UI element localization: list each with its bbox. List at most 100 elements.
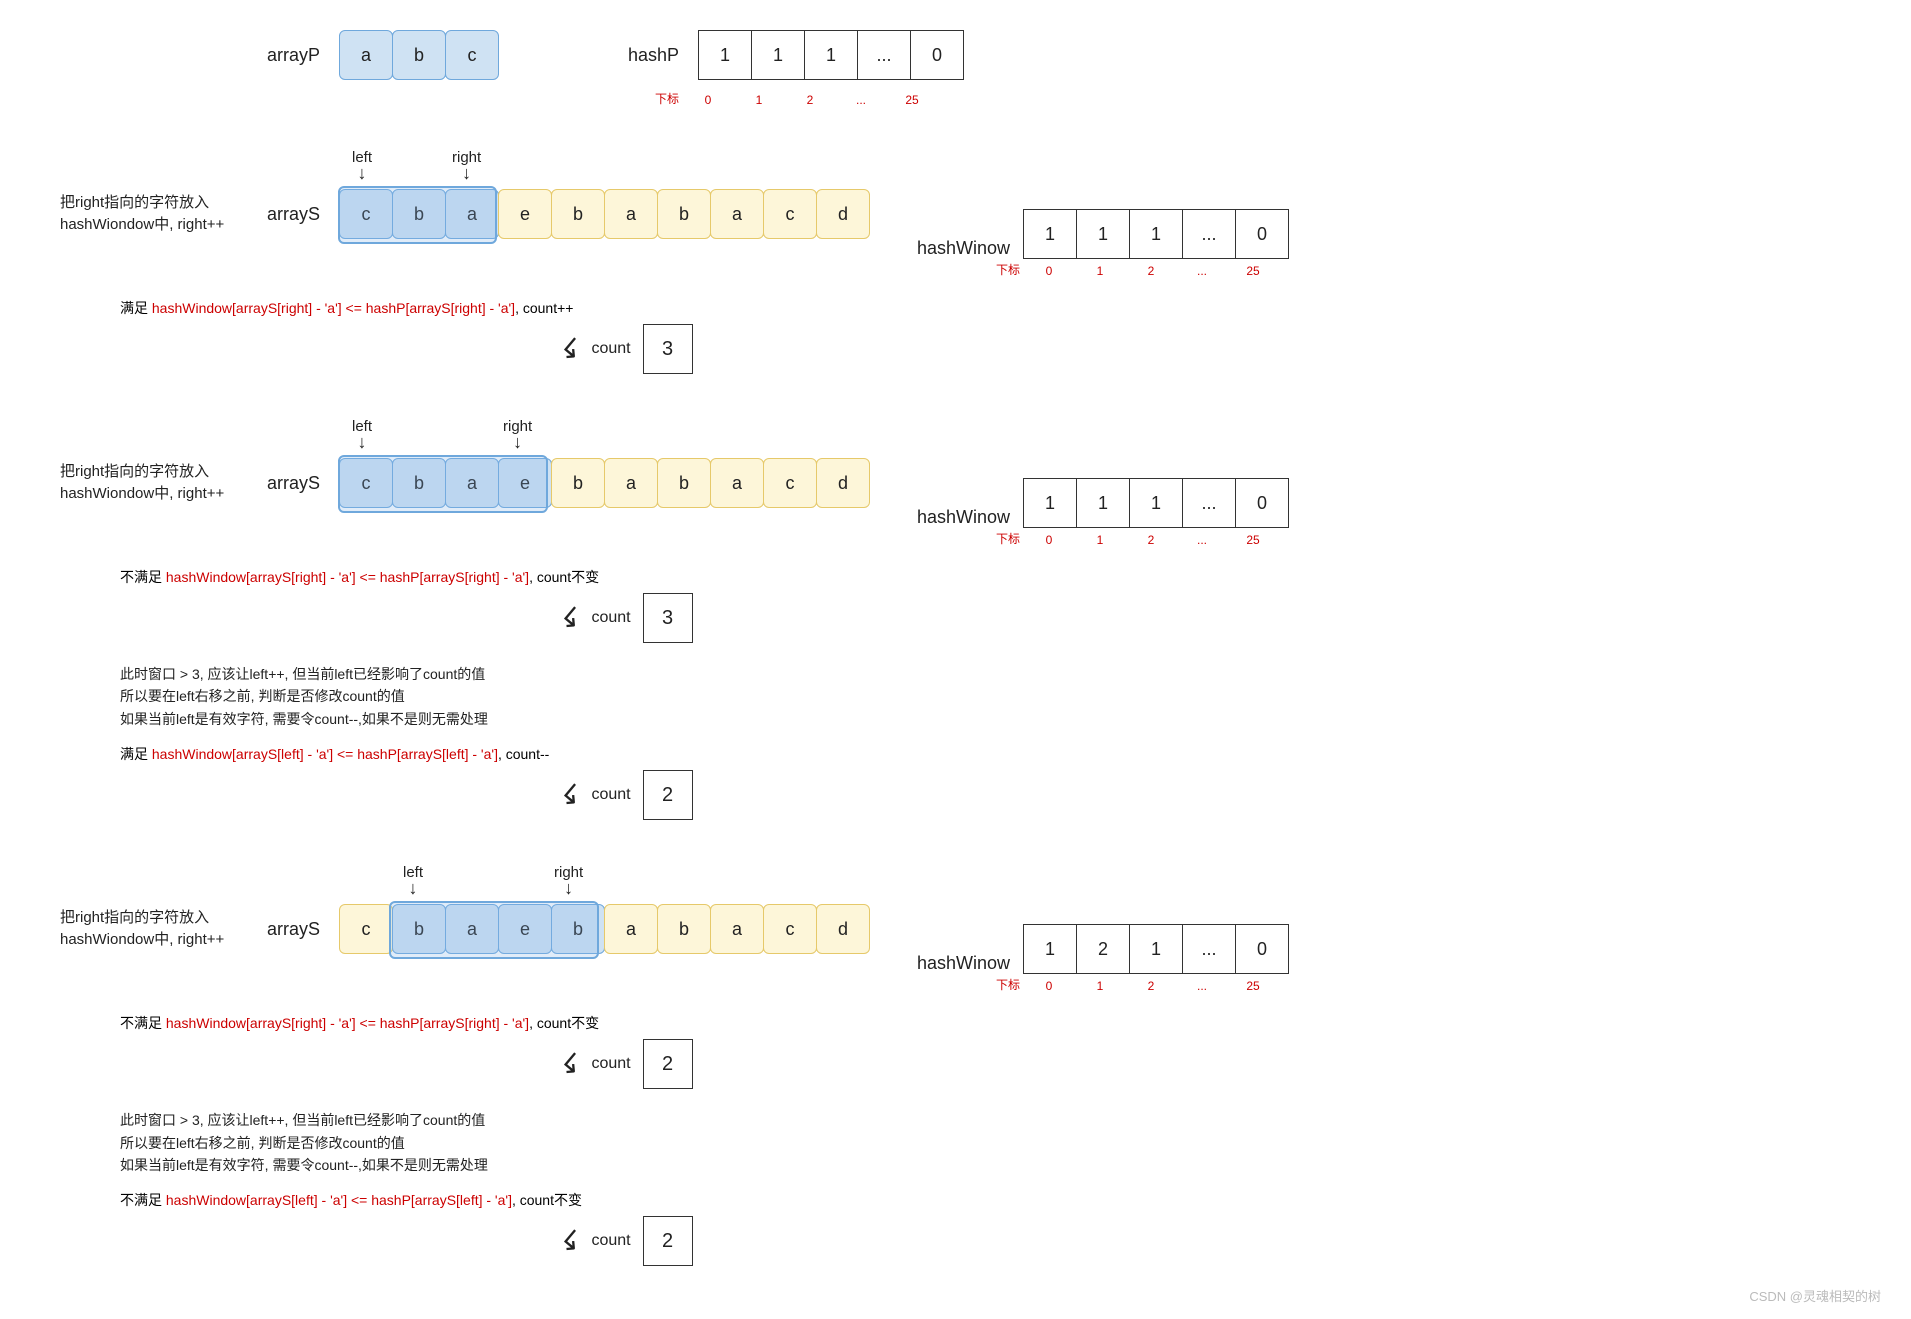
cell: 0 [910,30,964,80]
condition-text: 满足 hashWindow[arrayS[left] - 'a'] <= has… [120,744,1851,764]
condition-text: 满足 hashWindow[arrayS[right] - 'a'] <= ha… [120,298,1851,318]
idx-val: 2 [1125,533,1177,547]
cell: 0 [1235,209,1289,259]
cell: b [551,189,605,239]
hashP-cells: 111...0 [699,30,964,80]
arrayP-cells: abc [340,30,499,80]
arrayS-label: arrayS [260,919,320,940]
hashW-label: hashWinow [900,507,1010,528]
cell: 1 [751,30,805,80]
cell: 1 [804,30,858,80]
cell: ... [1182,924,1236,974]
count-label: count [591,1055,630,1073]
cell: a [339,30,393,80]
step-desc: 把right指向的字符放入hashWiondow中, right++ [60,907,240,952]
cell: a [710,189,764,239]
left-pointer: left↓ [403,864,423,898]
idx-val: 25 [1227,979,1279,993]
count-label: count [591,609,630,627]
cell: ... [857,30,911,80]
count-label: count [591,786,630,804]
cell: 1 [1129,478,1183,528]
count-row: ↳ count 3 [560,324,1851,374]
cell: 1 [698,30,752,80]
cell: 0 [1235,924,1289,974]
idx-val: ... [1176,979,1228,993]
arrow-icon: ↳ [552,1044,591,1084]
arrayS-label: arrayS [260,473,320,494]
hashW-cells: 121...0 [1024,924,1289,974]
hashW-label: hashWinow [900,953,1010,974]
idx-val: ... [1176,264,1228,278]
cell: b [392,30,446,80]
cell: c [339,458,393,508]
hashP-label: hashP [619,45,679,66]
cell: d [816,189,870,239]
cell: b [392,189,446,239]
explanation-para: 此时窗口 > 3, 应该让left++, 但当前left已经影响了count的值… [120,1109,1851,1176]
idx-val: 0 [1023,533,1075,547]
cell: 2 [1076,924,1130,974]
idx-val: ... [1176,533,1228,547]
cell: d [816,458,870,508]
hashW-idx: 012...25 [1024,533,1279,547]
count-label: count [591,340,630,358]
idx-val: 25 [1227,264,1279,278]
cell: a [604,904,658,954]
idx-val: 0 [682,93,734,107]
count-box: 2 [643,1216,693,1266]
condition-text: 不满足 hashWindow[arrayS[right] - 'a'] <= h… [120,1013,1851,1033]
left-pointer: left↓ [352,418,372,452]
idx-val: 2 [1125,264,1177,278]
cell: b [392,458,446,508]
count-row: ↳ count 2 [560,1216,1851,1266]
cell: c [763,458,817,508]
count-label: count [591,1232,630,1250]
idx-val: 2 [1125,979,1177,993]
idx-val: ... [835,93,887,107]
arrayS-cells: cbaebabacd [340,189,870,239]
cell: 1 [1023,209,1077,259]
count-row: ↳ count 2 [560,770,1851,820]
idx-val: 25 [886,93,938,107]
condition-text: 不满足 hashWindow[arrayS[right] - 'a'] <= h… [120,567,1851,587]
hashW-idx-label: 下标 [990,976,1020,993]
cell: a [710,458,764,508]
cell: 1 [1023,478,1077,528]
step-desc: 把right指向的字符放入hashWiondow中, right++ [60,192,240,237]
hashW-label: hashWinow [900,238,1010,259]
left-pointer: left↓ [352,149,372,183]
cell: 1 [1076,478,1130,528]
cell: 1 [1129,924,1183,974]
cell: a [710,904,764,954]
cell: d [816,904,870,954]
cell: 1 [1076,209,1130,259]
cell: a [445,189,499,239]
cell: c [763,904,817,954]
cell: e [498,189,552,239]
cell: b [657,458,711,508]
hashP-idx-label: 下标 [649,90,679,107]
right-pointer: right↓ [503,418,532,452]
count-box: 3 [643,593,693,643]
idx-val: 1 [1074,533,1126,547]
cell: c [763,189,817,239]
arrow-icon: ↳ [552,1221,591,1261]
cell: a [445,458,499,508]
hashW-idx: 012...25 [1024,979,1279,993]
cell: 0 [1235,478,1289,528]
hashW-cells: 111...0 [1024,478,1289,528]
cell: a [445,904,499,954]
cell: c [339,189,393,239]
idx-val: 25 [1227,533,1279,547]
cell: e [498,458,552,508]
cell: ... [1182,478,1236,528]
count-box: 2 [643,770,693,820]
step-desc: 把right指向的字符放入hashWiondow中, right++ [60,461,240,506]
cell: b [657,189,711,239]
count-row: ↳ count 2 [560,1039,1851,1089]
idx-val: 2 [784,93,836,107]
explanation-para: 此时窗口 > 3, 应该让left++, 但当前left已经影响了count的值… [120,663,1851,730]
arrow-icon: ↳ [552,598,591,638]
hashW-idx-label: 下标 [990,261,1020,278]
